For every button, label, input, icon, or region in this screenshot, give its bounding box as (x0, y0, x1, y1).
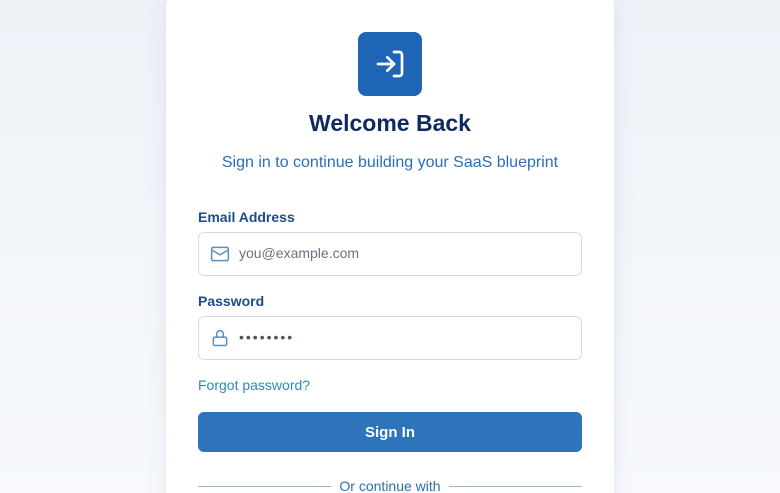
login-logo (358, 32, 422, 96)
email-input[interactable] (239, 233, 569, 273)
email-field[interactable] (198, 232, 582, 276)
mail-icon (210, 246, 230, 262)
page-title: Welcome Back (309, 110, 471, 136)
forgot-password-link[interactable]: Forgot password? (198, 377, 310, 393)
divider-line-left (198, 485, 332, 487)
page-subtitle: Sign in to continue building your SaaS b… (221, 154, 559, 171)
sign-in-button[interactable]: Sign In (198, 412, 582, 452)
divider: Or continue with (198, 476, 583, 493)
divider-line-right (448, 485, 583, 487)
divider-text: Or continue with (339, 478, 441, 493)
password-input[interactable] (239, 317, 569, 357)
login-card: Welcome Back Sign in to continue buildin… (166, 0, 614, 493)
email-label: Email Address (198, 209, 295, 225)
lock-icon (212, 329, 228, 347)
sign-in-icon (376, 50, 404, 78)
password-label: Password (198, 293, 265, 309)
password-field[interactable] (198, 316, 582, 360)
